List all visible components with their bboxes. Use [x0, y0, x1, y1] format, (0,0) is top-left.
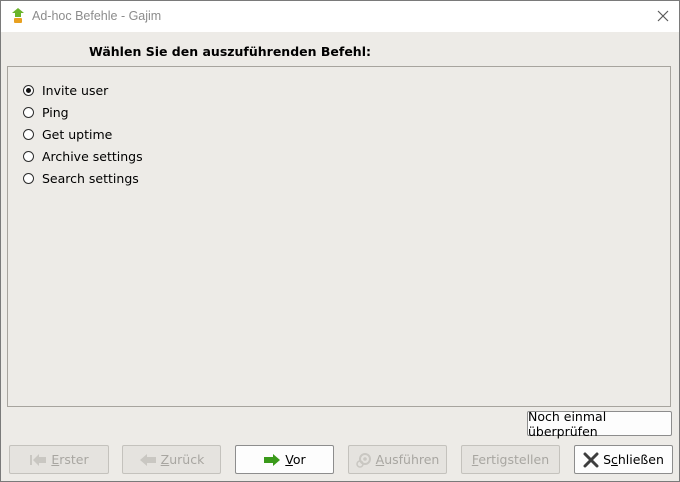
choose-command-heading: Wählen Sie den auszuführenden Befehl:	[89, 44, 371, 59]
first-button[interactable]: Erster	[9, 445, 109, 474]
execute-label: Ausführen	[375, 452, 440, 467]
dialog-content: Wählen Sie den auszuführenden Befehl: In…	[1, 32, 679, 481]
finish-label: Fertigstellen	[471, 452, 550, 467]
radio-button[interactable]	[23, 150, 34, 162]
command-option-ping[interactable]: Ping	[23, 102, 69, 122]
command-option-archive-settings[interactable]: Archive settings	[23, 146, 143, 166]
close-x-icon	[657, 10, 669, 22]
command-list-panel: Invite user Ping Get uptime Archive sett…	[7, 66, 671, 407]
command-label: Invite user	[42, 82, 109, 98]
go-first-icon	[29, 453, 47, 467]
execute-icon	[355, 452, 372, 468]
command-label: Search settings	[42, 170, 139, 186]
back-label: Zurück	[160, 452, 205, 467]
radio-button[interactable]	[23, 172, 34, 184]
command-label: Ping	[42, 104, 69, 120]
adhoc-commands-window: Ad-hoc Befehle - Gajim Wählen Sie den au…	[0, 0, 680, 482]
go-back-icon	[139, 453, 157, 467]
close-icon	[583, 452, 599, 468]
radio-button[interactable]	[23, 128, 34, 140]
command-label: Get uptime	[42, 126, 113, 142]
close-button[interactable]: Schließen	[574, 445, 673, 474]
gajim-app-icon	[12, 8, 24, 23]
radio-button[interactable]	[23, 84, 34, 96]
title-bar: Ad-hoc Befehle - Gajim	[1, 1, 679, 32]
radio-button[interactable]	[23, 106, 34, 118]
command-option-search-settings[interactable]: Search settings	[23, 168, 139, 188]
finish-button[interactable]: Fertigstellen	[461, 445, 560, 474]
command-option-get-uptime[interactable]: Get uptime	[23, 124, 112, 144]
forward-button[interactable]: Vor	[235, 445, 334, 474]
command-option-invite-user[interactable]: Invite user	[23, 80, 108, 100]
first-label: Erster	[51, 452, 89, 467]
close-label: Schließen	[603, 452, 664, 467]
window-close-button[interactable]	[649, 2, 677, 30]
window-title: Ad-hoc Befehle - Gajim	[32, 9, 162, 23]
command-label: Archive settings	[42, 148, 143, 164]
go-forward-icon	[263, 453, 281, 467]
back-button[interactable]: Zurück	[122, 445, 221, 474]
execute-button[interactable]: Ausführen	[348, 445, 447, 474]
forward-label: Vor	[285, 452, 306, 467]
check-again-button[interactable]: Noch einmal überprüfen	[527, 409, 672, 439]
